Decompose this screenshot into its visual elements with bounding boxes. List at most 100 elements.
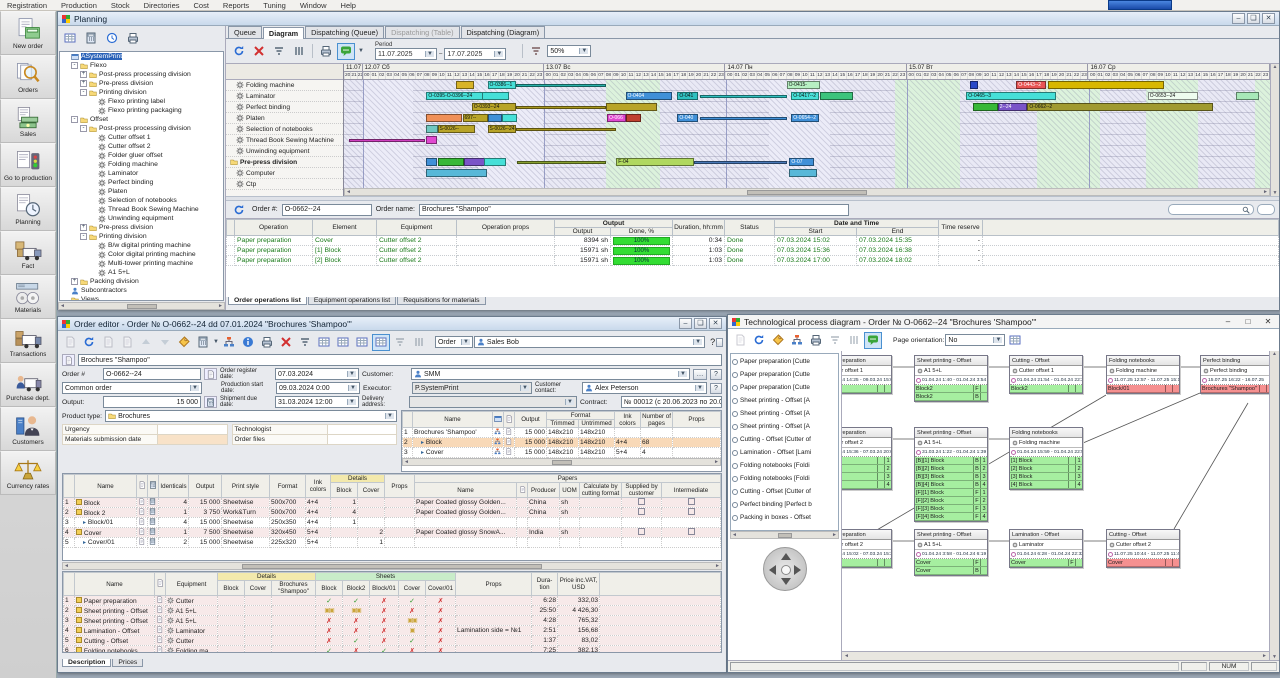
zoom-select[interactable]: 50%▼: [547, 45, 591, 57]
print-button[interactable]: [317, 43, 335, 60]
tree-item[interactable]: Multi-tower printing machine: [60, 259, 223, 268]
contract-select[interactable]: № 00012 (c 20.06.2023 по 20.06.2025)▼: [621, 396, 722, 408]
close-button[interactable]: ✕: [709, 318, 722, 329]
period-from-select[interactable]: 11.07.2025▼: [375, 48, 437, 60]
bottom-tab[interactable]: Equipment operations list: [308, 297, 396, 305]
gantt-bar[interactable]: [502, 114, 517, 122]
planning-titlebar[interactable]: Planning – ❏ ✕: [58, 12, 1279, 26]
gantt-bar[interactable]: [482, 92, 509, 100]
tree-item[interactable]: Folding machine: [60, 160, 223, 169]
machine-row[interactable]: Laminator: [226, 91, 343, 102]
tree-item[interactable]: Flexo printing label: [60, 97, 223, 106]
gantt-bar[interactable]: O-0662--2: [1027, 103, 1212, 111]
machine-row[interactable]: Selection of notebooks: [226, 124, 343, 135]
gantt-bar[interactable]: O-0404: [626, 92, 672, 100]
part-row[interactable]: 4 ▸ Cover 1 7 500 Sheetwise 320x450 5+4 …: [64, 528, 721, 538]
tree-expand-toggle[interactable]: -: [80, 125, 87, 132]
operation-row[interactable]: Paper preparation [1] Block Cutter offse…: [227, 246, 1279, 256]
vertical-bars-button[interactable]: [290, 43, 308, 60]
field-help-button[interactable]: ?: [710, 369, 722, 380]
refresh-button[interactable]: [230, 43, 248, 60]
fit-page-button[interactable]: [1006, 332, 1024, 349]
products-scrollbar[interactable]: ◄►: [402, 458, 721, 466]
comments-toggle-button[interactable]: [864, 332, 882, 349]
menu-item[interactable]: Reports: [216, 1, 256, 10]
customer-select[interactable]: SMM▼: [411, 368, 690, 380]
move-up-button[interactable]: [137, 334, 155, 351]
prop-row[interactable]: Urgency: [63, 425, 228, 435]
comments-dropdown[interactable]: ▼: [357, 43, 365, 60]
order-number-value[interactable]: O-0662--24: [282, 204, 372, 216]
period-to-select[interactable]: 17.07.2025▼: [444, 48, 506, 60]
sidebar-button[interactable]: Purchase dept.: [0, 363, 56, 407]
process-node[interactable]: Perfect binding Perfect binding 15.07.25…: [1200, 355, 1269, 394]
menu-item[interactable]: Tuning: [256, 1, 293, 10]
tree-expand-toggle[interactable]: +: [80, 224, 87, 231]
menu-item[interactable]: Directories: [137, 1, 187, 10]
move-down-button[interactable]: [156, 334, 174, 351]
process-node[interactable]: Cutting - Offset Cutter offset 2 11.07.2…: [1106, 529, 1180, 568]
restore-button[interactable]: ❏: [694, 318, 707, 329]
machine-row[interactable]: Unwinding equipment: [226, 146, 343, 157]
process-node[interactable]: Paper preparation Cutter offset 1 09.03.…: [842, 355, 892, 394]
delivery-select[interactable]: ▼: [409, 396, 577, 408]
print-button[interactable]: [807, 332, 825, 349]
sidebar-button[interactable]: Fact: [0, 231, 56, 275]
document-type-select[interactable]: Order▼: [435, 336, 473, 348]
sidebar-button[interactable]: Sales: [0, 99, 56, 143]
radio-icon[interactable]: [732, 437, 738, 443]
tree-item[interactable]: Folder gluer offset: [60, 151, 223, 160]
radio-icon[interactable]: [732, 424, 738, 430]
search-options-button[interactable]: [1257, 204, 1275, 215]
tree-expand-toggle[interactable]: -: [71, 62, 78, 69]
align-button[interactable]: [391, 334, 409, 351]
tree-expand-toggle[interactable]: -: [80, 233, 87, 240]
pan-center-icon[interactable]: [781, 565, 791, 575]
minimize-button[interactable]: –: [679, 318, 692, 329]
gantt-bar[interactable]: O-0443--2: [1016, 81, 1046, 89]
list-button[interactable]: [296, 334, 314, 351]
bottom-tab[interactable]: Order operations list: [228, 297, 307, 305]
tree-expand-toggle[interactable]: -: [71, 116, 78, 123]
minimize-button[interactable]: –: [1232, 13, 1245, 24]
gantt-bar[interactable]: O-0417--2: [791, 92, 819, 100]
gantt-bar[interactable]: [970, 81, 978, 89]
tree-item[interactable]: + Pre-press division: [60, 79, 223, 88]
sidebar-button[interactable]: Planning: [0, 187, 56, 231]
align-button[interactable]: [270, 43, 288, 60]
radio-icon[interactable]: [732, 359, 738, 365]
machine-row[interactable]: Platen: [226, 113, 343, 124]
delete-button[interactable]: [277, 334, 295, 351]
operation-list-item[interactable]: Paper preparation [Cutte: [732, 355, 837, 368]
machine-row[interactable]: Pre-press division: [226, 157, 343, 168]
process-node[interactable]: Sheet printing - Offset A1 5+L 31.03.24 …: [914, 427, 988, 522]
product-row[interactable]: 3 ▸ Cover 15 000 148x210 148x210 5+4 4: [403, 448, 721, 458]
gantt-bar[interactable]: [626, 114, 641, 122]
parts-scrollbar[interactable]: ◄►: [62, 562, 722, 570]
process-node[interactable]: Paper preparation Cutter offset 2 07.03.…: [842, 529, 892, 568]
tree-item[interactable]: - Printing division: [60, 232, 223, 241]
menu-item[interactable]: Registration: [0, 1, 54, 10]
gantt-bar[interactable]: [349, 139, 426, 142]
executor-select[interactable]: P.SystemPrint▼: [412, 382, 532, 394]
gantt-bar[interactable]: [516, 128, 616, 131]
delete-plan-button[interactable]: [250, 43, 268, 60]
tree-item[interactable]: - Post-press processing division: [60, 124, 223, 133]
machine-row[interactable]: Computer: [226, 168, 343, 179]
tree-item[interactable]: Color digital printing machine: [60, 250, 223, 259]
radio-icon[interactable]: [732, 476, 738, 482]
gantt-bar[interactable]: 2--24: [998, 103, 1028, 111]
menu-item[interactable]: Window: [293, 1, 334, 10]
align-button[interactable]: [826, 332, 844, 349]
tree-item[interactable]: - Flexo: [60, 61, 223, 70]
sidebar-button[interactable]: Transactions: [0, 319, 56, 363]
production-start-select[interactable]: 09.03.2024 0:00▼: [276, 382, 360, 394]
pan-right-icon[interactable]: [794, 565, 801, 575]
tree-item[interactable]: ASystemPrint: [60, 52, 223, 61]
save-button[interactable]: [731, 332, 749, 349]
gantt-bar[interactable]: O-040: [677, 114, 697, 122]
operation-list-item[interactable]: Sheet printing - Offset [A: [732, 420, 837, 433]
gantt-bar[interactable]: O-0654--2: [791, 114, 819, 122]
order-number-input[interactable]: O-0662--24: [103, 368, 201, 380]
copy-button[interactable]: [99, 334, 117, 351]
